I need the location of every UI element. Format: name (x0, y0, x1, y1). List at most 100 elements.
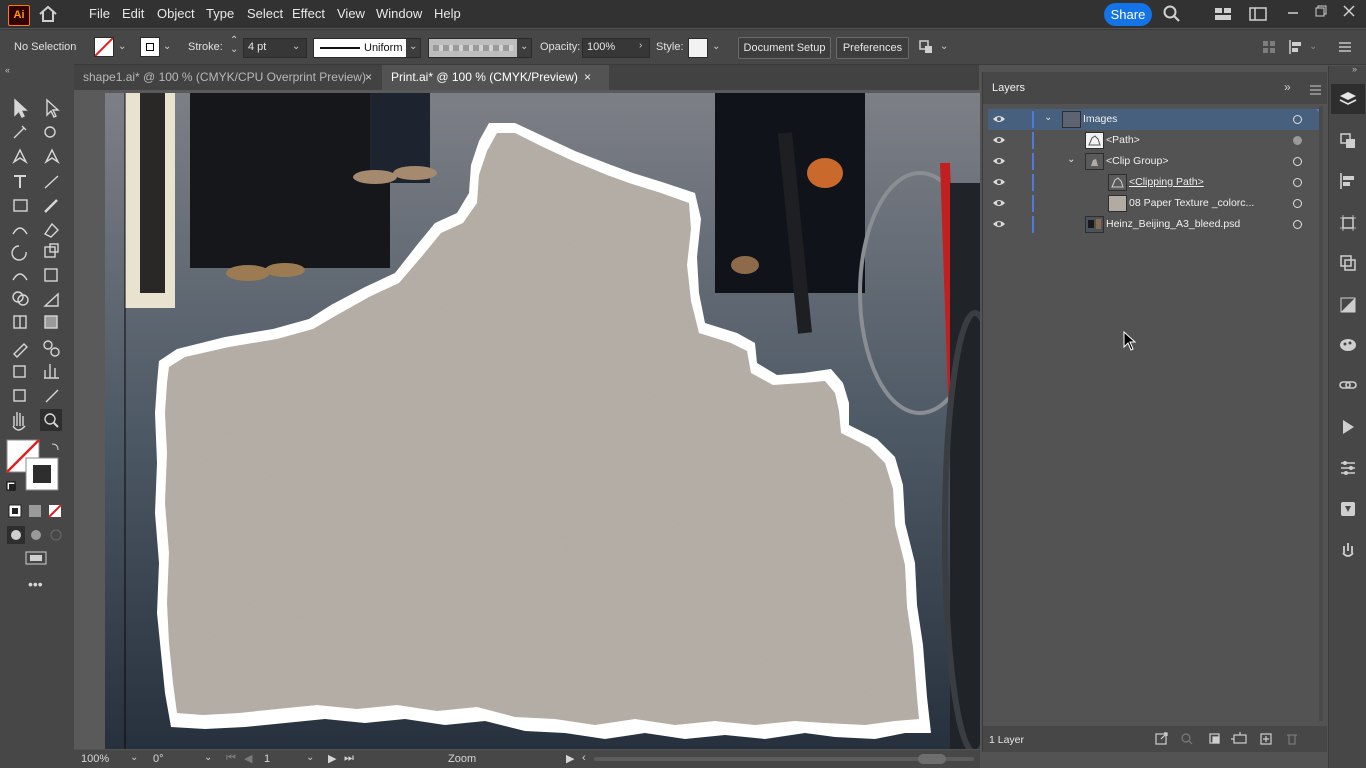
chevron-down-icon[interactable]: ⌄ (292, 41, 300, 52)
panel-menu-icon[interactable] (1310, 84, 1321, 95)
layer-name[interactable]: <Clip Group> (1106, 155, 1168, 167)
restore-button[interactable] (1311, 4, 1331, 22)
chevron-down-icon[interactable]: ⌄ (204, 752, 212, 763)
search-icon[interactable] (1163, 5, 1181, 23)
target-icon[interactable] (1293, 157, 1302, 166)
target-icon[interactable] (1293, 220, 1302, 229)
artboards-icon[interactable] (1339, 132, 1357, 150)
next-artboard-icon[interactable]: ▶ (328, 752, 336, 765)
target-icon[interactable] (1293, 115, 1302, 124)
pathfinder-icon[interactable] (1339, 254, 1357, 272)
arrange-icon[interactable] (918, 39, 934, 55)
chevron-down-icon[interactable]: ⌄ (712, 41, 720, 52)
stroke-weight-field[interactable]: 4 pt ⌄ (243, 38, 307, 58)
horizontal-scrollbar[interactable] (594, 757, 974, 761)
graphic-style-swatch[interactable] (688, 38, 708, 58)
document-setup-button[interactable]: Document Setup (738, 37, 831, 59)
menu-effect[interactable]: Effect (292, 6, 325, 21)
layer-row-path[interactable]: <Path> (988, 130, 1322, 151)
scroll-thumb[interactable] (918, 754, 946, 764)
chevron-down-icon[interactable]: ⌄ (1044, 112, 1052, 123)
close-icon[interactable]: × (584, 65, 591, 90)
eye-icon[interactable] (993, 114, 1005, 124)
target-icon[interactable] (1293, 199, 1302, 208)
menu-file[interactable]: File (89, 6, 110, 21)
rotation-field[interactable]: 0° ⌄ (150, 752, 216, 766)
menu-window[interactable]: Window (376, 6, 422, 21)
fill-swatch[interactable] (94, 37, 114, 57)
close-window-button[interactable] (1339, 4, 1359, 22)
eye-icon[interactable] (993, 135, 1005, 145)
layer-row-images[interactable]: ⌄ Images (988, 109, 1322, 130)
chevron-down-icon[interactable]: ⌄ (1067, 154, 1075, 165)
layer-name[interactable]: 08 Paper Texture _colorc... (1129, 197, 1254, 209)
stepper-icon[interactable]: ⌃ ⌄ (230, 36, 238, 55)
links-icon[interactable] (1339, 376, 1357, 394)
minimize-button[interactable] (1283, 4, 1303, 22)
align-icon[interactable] (1262, 40, 1276, 54)
opacity-field[interactable]: 100% › (582, 38, 650, 58)
properties-icon[interactable] (1339, 459, 1357, 477)
first-artboard-icon[interactable]: ⏮ (226, 752, 236, 765)
layer-name[interactable]: <Clipping Path> (1129, 176, 1204, 188)
layer-name[interactable]: <Path> (1106, 134, 1140, 146)
eye-icon[interactable] (993, 219, 1005, 229)
artboard-canvas[interactable] (74, 90, 980, 749)
menu-view[interactable]: View (337, 6, 365, 21)
menu-edit[interactable]: Edit (122, 6, 144, 21)
home-icon[interactable] (38, 5, 58, 23)
layers-panel-title[interactable]: Layers (992, 82, 1025, 94)
stroke-swatch[interactable] (140, 37, 160, 57)
collapse-panel-icon[interactable]: » (1284, 80, 1291, 94)
menu-type[interactable]: Type (206, 6, 234, 21)
eye-icon[interactable] (993, 198, 1005, 208)
chevron-down-icon[interactable]: ⌄ (1309, 41, 1317, 52)
chevron-down-icon[interactable]: ⌄ (163, 41, 171, 52)
chevron-down-icon[interactable]: ⌄ (306, 752, 314, 763)
color-guide-icon[interactable] (1339, 336, 1357, 354)
tab-shape1[interactable]: shape1.ai* @ 100 % (CMYK/CPU Overprint P… (74, 65, 381, 90)
collapse-toolbar-icon[interactable]: « (5, 65, 10, 75)
layer-row-heinz-psd[interactable]: Heinz_Beijing_A3_bleed.psd (988, 214, 1322, 235)
chevron-right-icon[interactable]: › (639, 40, 642, 51)
close-icon[interactable]: × (365, 65, 372, 90)
layer-row-clip-group[interactable]: ⌄ <Clip Group> (988, 151, 1322, 172)
arrange-documents-icon[interactable] (1214, 7, 1232, 21)
stroke-profile-dropdown[interactable]: Uniform ⌄ (313, 38, 421, 58)
menu-icon[interactable] (1338, 40, 1352, 54)
puppet-warp-icon[interactable] (1339, 541, 1357, 559)
brush-definition-dropdown[interactable]: ⌄ (428, 38, 532, 58)
actions-icon[interactable] (1339, 418, 1357, 436)
zoom-field[interactable]: 100% ⌄ (78, 752, 142, 766)
eye-icon[interactable] (993, 156, 1005, 166)
preferences-button[interactable]: Preferences (836, 37, 909, 59)
target-icon[interactable] (1293, 178, 1302, 187)
last-artboard-icon[interactable]: ⏭ (344, 752, 354, 765)
menu-object[interactable]: Object (157, 6, 195, 21)
artboard-field[interactable]: 1 ⌄ (260, 752, 318, 766)
collapse-dock-icon[interactable]: » (1352, 64, 1357, 74)
previous-artboard-icon[interactable]: ◀ (244, 752, 252, 765)
workspace-switcher-icon[interactable] (1249, 7, 1267, 21)
layer-row-clipping-path[interactable]: <Clipping Path> (988, 172, 1322, 193)
distribute-icon[interactable] (1288, 39, 1306, 55)
layers-icon[interactable] (1339, 90, 1357, 108)
scroll-left-icon[interactable]: ‹ (582, 752, 586, 764)
share-button[interactable]: Share (1104, 3, 1152, 26)
menu-select[interactable]: Select (247, 6, 283, 21)
libraries-icon[interactable] (1339, 500, 1357, 518)
target-icon[interactable] (1293, 136, 1302, 145)
menu-help[interactable]: Help (434, 6, 461, 21)
gradient-icon[interactable] (1339, 296, 1357, 314)
layer-row-paper-texture[interactable]: 08 Paper Texture _colorc... (988, 193, 1322, 214)
chevron-down-icon[interactable]: ⌄ (118, 41, 126, 52)
transform-icon[interactable] (1339, 214, 1357, 232)
chevron-down-icon[interactable]: ⌄ (130, 752, 138, 763)
status-arrow-icon[interactable]: ▶ (566, 752, 574, 765)
align-panel-icon[interactable] (1339, 172, 1357, 190)
layer-name[interactable]: Heinz_Beijing_A3_bleed.psd (1106, 218, 1240, 230)
layer-name[interactable]: Images (1083, 113, 1117, 125)
tab-print[interactable]: Print.ai* @ 100 % (CMYK/Preview) × (382, 65, 609, 90)
chevron-down-icon[interactable]: ⌄ (940, 41, 948, 52)
panel-scrollbar[interactable] (1319, 106, 1323, 721)
